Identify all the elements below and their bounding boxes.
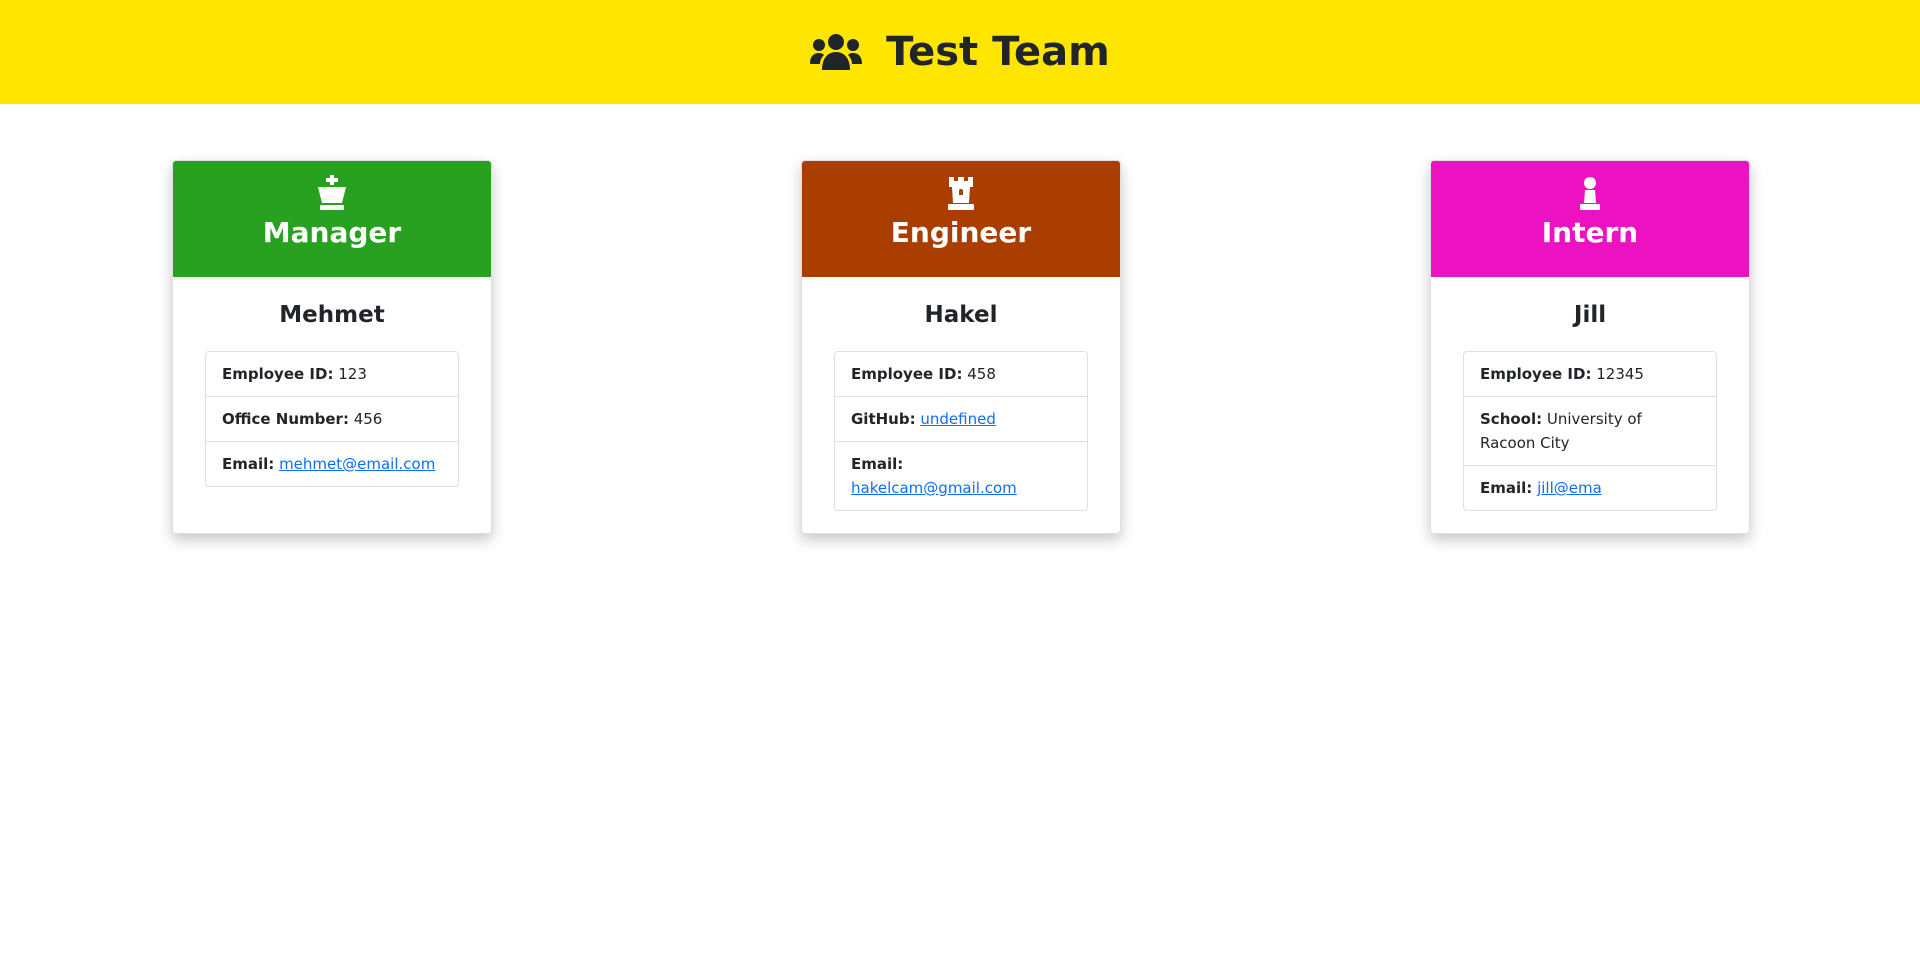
email-link[interactable]: jill@ema	[1537, 479, 1602, 497]
card-body: Jill Employee ID: 12345 School: Universi…	[1431, 277, 1749, 533]
card-body: Mehmet Employee ID: 123 Office Number: 4…	[173, 277, 491, 511]
details-list: Employee ID: 12345 School: University of…	[1463, 351, 1717, 511]
manager-card: Manager Mehmet Employee ID: 123 Office N…	[172, 160, 492, 534]
field-label: Email:	[222, 455, 275, 473]
page-header: Test Team	[0, 0, 1920, 104]
email-link[interactable]: mehmet@email.com	[279, 455, 435, 473]
field-label: Employee ID:	[851, 365, 963, 383]
employee-name: Mehmet	[279, 302, 385, 328]
employee-name: Hakel	[924, 302, 998, 328]
role-title: Manager	[262, 216, 402, 249]
github-link[interactable]: undefined	[920, 410, 995, 428]
details-list: Employee ID: 458 GitHub: undefined Email…	[834, 351, 1088, 511]
field-label: Office Number:	[222, 410, 349, 428]
engineer-card: Engineer Hakel Employee ID: 458 GitHub: …	[801, 160, 1121, 534]
chess-pawn-icon	[1431, 175, 1749, 211]
field-label: Email:	[851, 455, 904, 473]
field-label: GitHub:	[851, 410, 916, 428]
list-item-employee-id: Employee ID: 123	[206, 352, 458, 396]
list-item-school: School: University of Racoon City	[1464, 396, 1716, 465]
intern-card: Intern Jill Employee ID: 12345 School: U…	[1430, 160, 1750, 534]
list-item-office-number: Office Number: 456	[206, 396, 458, 441]
card-body: Hakel Employee ID: 458 GitHub: undefined…	[802, 277, 1120, 533]
field-label: School:	[1480, 410, 1543, 428]
field-label: Employee ID:	[1480, 365, 1592, 383]
users-icon	[810, 32, 863, 72]
field-value: 456	[353, 410, 383, 428]
email-link[interactable]: hakelcam@gmail.com	[851, 479, 1017, 497]
field-value: 458	[967, 365, 996, 383]
chess-rook-icon	[802, 175, 1120, 211]
employee-name: Jill	[1573, 302, 1607, 328]
list-item-email: Email: mehmet@email.com	[206, 441, 458, 486]
chess-king-icon	[173, 175, 491, 211]
list-item-employee-id: Employee ID: 12345	[1464, 352, 1716, 396]
field-value: 12345	[1596, 365, 1644, 383]
list-item-email: Email: hakelcam@gmail.com	[835, 441, 1087, 510]
list-item-github: GitHub: undefined	[835, 396, 1087, 441]
role-title: Intern	[1541, 216, 1639, 249]
list-item-employee-id: Employee ID: 458	[835, 352, 1087, 396]
page-title: Test Team	[886, 29, 1110, 75]
card-header: Engineer	[802, 161, 1120, 277]
list-item-email: Email: jill@ema	[1464, 465, 1716, 510]
card-header: Manager	[173, 161, 491, 277]
team-title: Test Team	[810, 29, 1110, 75]
field-label: Employee ID:	[222, 365, 334, 383]
field-value: 123	[338, 365, 367, 383]
details-list: Employee ID: 123 Office Number: 456 Emai…	[205, 351, 459, 487]
role-title: Engineer	[890, 216, 1032, 249]
card-header: Intern	[1431, 161, 1749, 277]
field-label: Email:	[1480, 479, 1533, 497]
